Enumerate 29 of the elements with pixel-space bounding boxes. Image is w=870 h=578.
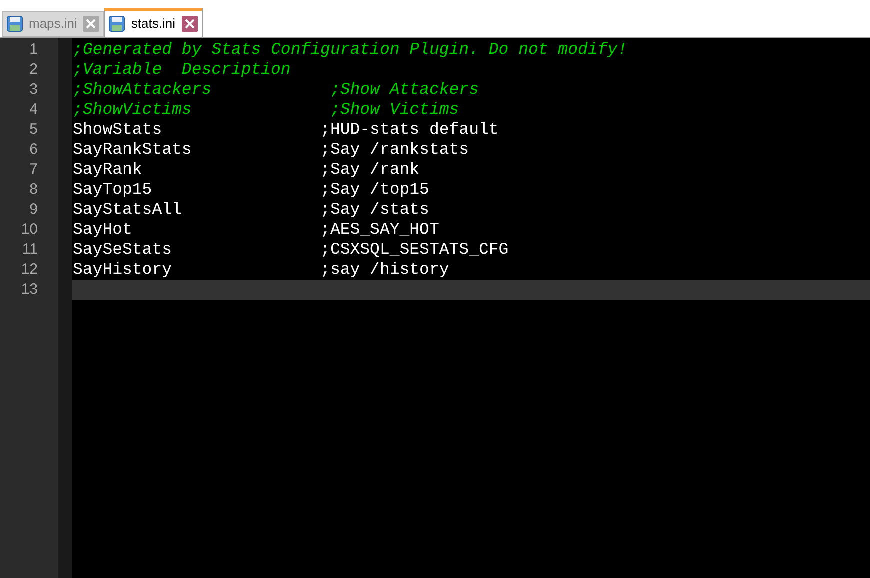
code-line: SayHistory ;say /history (72, 260, 450, 280)
code-line: SayStatsAll ;Say /stats (72, 200, 430, 220)
line-number: 6 (28, 140, 39, 160)
code-line: ;Variable Description (72, 60, 292, 80)
line-number: 12 (20, 260, 39, 280)
code-line: ShowStats ;HUD-stats default (72, 120, 500, 140)
line-number: 5 (28, 120, 39, 140)
code-line: SaySeStats ;CSXSQL_SESTATS_CFG (72, 240, 510, 260)
code-line: SayHot ;AES_SAY_HOT (72, 220, 440, 240)
code-line: SayRank ;Say /rank (72, 160, 421, 180)
line-number: 7 (28, 160, 39, 180)
code-line: ;ShowAttackers ;Show Attackers (72, 80, 480, 100)
close-icon[interactable] (83, 16, 100, 32)
line-number: 9 (28, 200, 39, 220)
code-editor[interactable] (0, 38, 870, 578)
code-line: ;ShowVictims ;Show Victims (72, 100, 460, 120)
line-number: 8 (28, 180, 39, 200)
tab[interactable]: stats.ini (104, 8, 202, 37)
line-number: 10 (20, 220, 39, 240)
code-line: SayTop15 ;Say /top15 (72, 180, 430, 200)
line-number: 13 (20, 280, 39, 300)
line-number: 4 (28, 100, 39, 120)
close-icon[interactable] (182, 16, 198, 32)
line-number: 1 (28, 40, 39, 60)
line-number: 11 (21, 240, 39, 260)
code-line: ;Generated by Stats Configuration Plugin. Do not modify! (72, 40, 628, 60)
line-number: 2 (28, 60, 39, 80)
code-line: SayRankStats ;Say /rankstats (72, 140, 470, 160)
line-number: 3 (28, 80, 39, 100)
